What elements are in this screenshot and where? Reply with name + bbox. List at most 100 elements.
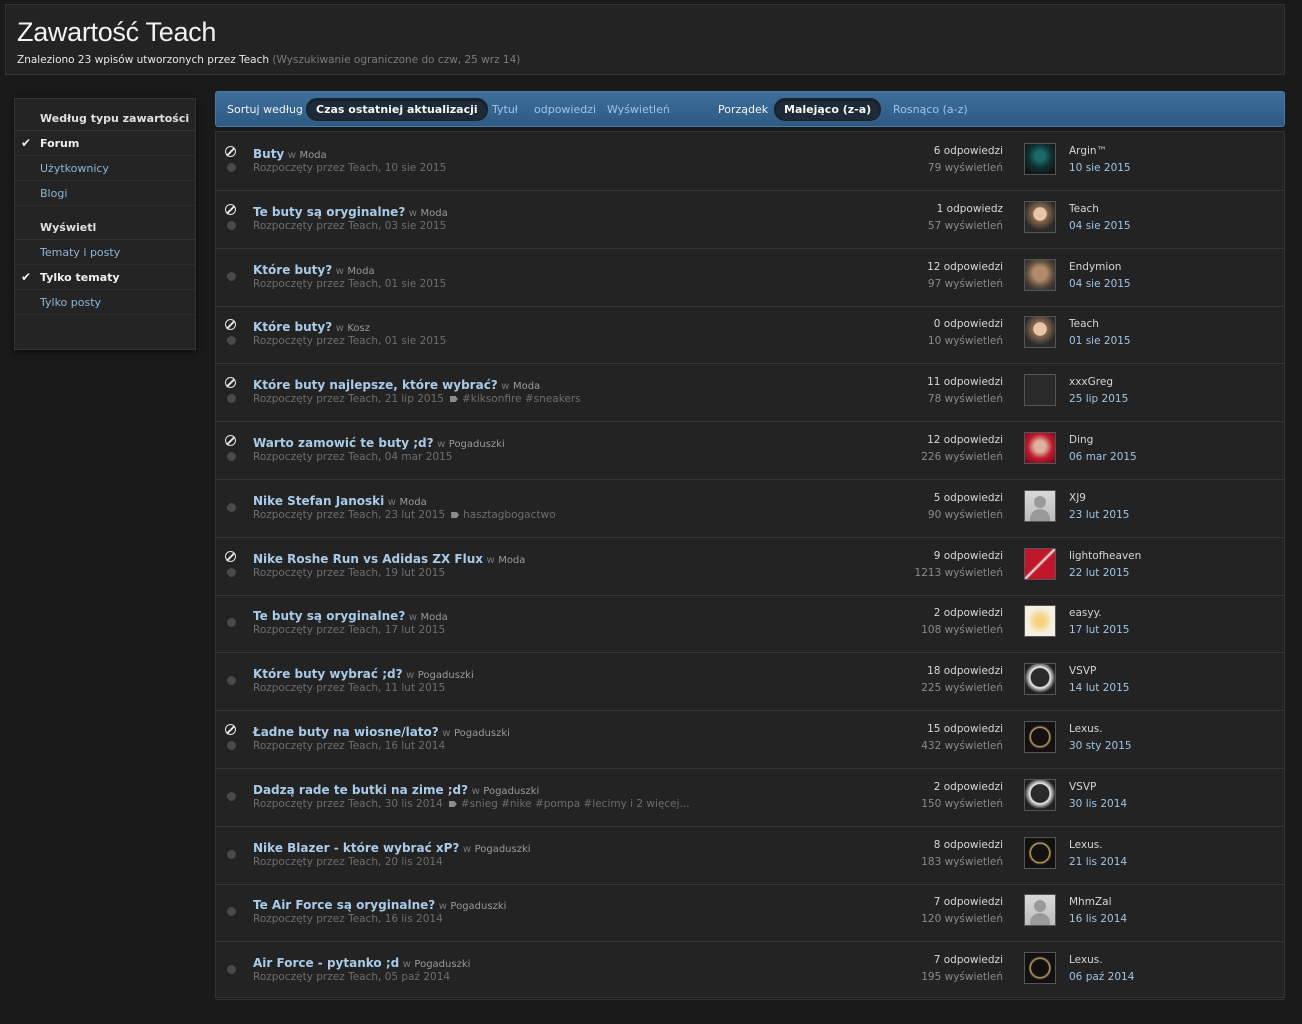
last-poster-link[interactable]: Ding [1069,434,1137,446]
last-poster-link[interactable]: Endymion [1069,261,1131,273]
forum-link[interactable]: Pogaduszki [475,844,531,855]
topic-title-link[interactable]: Te Air Force są oryginalne? [253,898,435,912]
filter-blogs[interactable]: Blogi [15,181,195,206]
topic-title-link[interactable]: Nike Blazer - które wybrać xP? [253,841,459,855]
avatar[interactable] [1024,316,1056,348]
topic-row[interactable]: Nike Stefan Janoski w Moda Rozpoczęty prz… [216,479,1284,538]
topic-title-link[interactable]: Air Force - pytanko ;d [253,956,399,970]
topic-row[interactable]: Które buty wybrać ;d? w Pogaduszki Rozpoc… [216,652,1284,711]
topic-row[interactable]: Które buty najlepsze, które wybrać? w Mo… [216,363,1284,422]
last-post-date-link[interactable]: 30 sty 2015 [1069,740,1132,752]
forum-link[interactable]: Moda [299,150,326,161]
forum-link[interactable]: Moda [420,612,447,623]
order-descending[interactable]: Malejąco (z-a) [774,98,882,121]
last-poster-link[interactable]: xxxGreg [1069,376,1128,388]
topic-title-link[interactable]: Ładne buty na wiosne/lato? [253,725,439,739]
forum-link[interactable]: Pogaduszki [414,959,470,970]
last-poster-link[interactable]: Teach [1069,318,1131,330]
last-poster-link[interactable]: VSVP [1069,781,1127,793]
forum-link[interactable]: Moda [399,497,426,508]
avatar[interactable] [1024,259,1056,291]
topic-title-link[interactable]: Te buty są oryginalne? [253,205,405,219]
sort-by-views[interactable]: Wyświetleń [607,103,670,116]
last-post-date-link[interactable]: 14 lut 2015 [1069,682,1129,694]
topic-tags[interactable]: hasztagbogactwo [463,509,555,521]
topic-title-link[interactable]: Które buty? [253,320,332,334]
forum-link[interactable]: Moda [498,555,525,566]
avatar[interactable] [1024,952,1056,984]
avatar[interactable] [1024,779,1056,811]
topic-row[interactable]: Które buty? w Moda Rozpoczęty przez Teach… [216,248,1284,307]
sort-by-replies[interactable]: odpowiedzi [534,103,596,116]
avatar[interactable] [1024,374,1056,406]
forum-link[interactable]: Moda [513,381,540,392]
topic-title-link[interactable]: Które buty? [253,263,332,277]
last-post-date-link[interactable]: 25 lip 2015 [1069,393,1128,405]
topic-row[interactable]: Te buty są oryginalne? w Moda Rozpoczęty … [216,190,1284,249]
topic-title-link[interactable]: Te buty są oryginalne? [253,609,405,623]
avatar[interactable] [1024,548,1056,580]
last-post-date-link[interactable]: 30 lis 2014 [1069,798,1127,810]
topic-row[interactable]: Te buty są oryginalne? w Moda Rozpoczęty … [216,594,1284,653]
topic-row[interactable]: Dadzą rade te butki na zime ;d? w Pogadu… [216,768,1284,827]
forum-link[interactable]: Pogaduszki [418,670,474,681]
forum-link[interactable]: Pogaduszki [449,439,505,450]
filter-forum[interactable]: ✔ Forum [15,131,195,156]
last-post-date-link[interactable]: 04 sie 2015 [1069,220,1131,232]
last-post-date-link[interactable]: 22 lut 2015 [1069,567,1141,579]
topic-row[interactable]: Nike Blazer - które wybrać xP? w Pogadus… [216,826,1284,885]
last-post-date-link[interactable]: 16 lis 2014 [1069,913,1127,925]
avatar[interactable] [1024,837,1056,869]
avatar[interactable] [1024,143,1056,175]
order-ascending[interactable]: Rosnąco (a-z) [893,103,968,116]
topic-title-link[interactable]: Nike Roshe Run vs Adidas ZX Flux [253,552,483,566]
topic-title-link[interactable]: Warto zamowić te buty ;d? [253,436,434,450]
topic-title-link[interactable]: Które buty najlepsze, które wybrać? [253,378,498,392]
display-posts-only[interactable]: Tylko posty [15,290,195,315]
forum-link[interactable]: Moda [347,266,374,277]
topic-row[interactable]: Buty w Moda Rozpoczęty przez Teach, 10 si… [216,132,1284,191]
forum-link[interactable]: Pogaduszki [483,786,539,797]
last-post-date-link[interactable]: 06 paź 2014 [1069,971,1134,983]
last-poster-link[interactable]: easyy. [1069,607,1129,619]
last-post-date-link[interactable]: 21 lis 2014 [1069,856,1127,868]
avatar[interactable] [1024,894,1056,926]
last-post-date-link[interactable]: 06 mar 2015 [1069,451,1137,463]
forum-link[interactable]: Pogaduszki [454,728,510,739]
last-poster-link[interactable]: MhmZal [1069,896,1127,908]
last-poster-link[interactable]: Argin™ [1069,145,1131,157]
display-topics-and-posts[interactable]: Tematy i posty [15,240,195,265]
forum-link[interactable]: Pogaduszki [450,901,506,912]
display-topics-only[interactable]: ✔ Tylko tematy [15,265,195,290]
topic-title-link[interactable]: Buty [253,147,284,161]
last-poster-link[interactable]: VSVP [1069,665,1129,677]
topic-row[interactable]: Które buty? w Kosz Rozpoczęty przez Teach… [216,305,1284,364]
last-post-date-link[interactable]: 23 lut 2015 [1069,509,1129,521]
sort-by-last-update[interactable]: Czas ostatniej aktualizacji [306,98,488,121]
avatar[interactable] [1024,605,1056,637]
topic-tags[interactable]: #kiksonfire #sneakers [462,393,581,405]
last-post-date-link[interactable]: 17 lut 2015 [1069,624,1129,636]
avatar[interactable] [1024,663,1056,695]
last-poster-link[interactable]: lightofheaven [1069,550,1141,562]
filter-users[interactable]: Użytkownicy [15,156,195,181]
last-poster-link[interactable]: Lexus. [1069,723,1132,735]
topic-row[interactable]: Air Force - pytanko ;d w Pogaduszki Rozpo… [216,941,1284,1000]
last-post-date-link[interactable]: 04 sie 2015 [1069,278,1131,290]
avatar[interactable] [1024,201,1056,233]
last-poster-link[interactable]: XJ9 [1069,492,1129,504]
topic-tags[interactable]: #snieg #nike #pompa #lecimy i 2 więcej..… [461,798,690,810]
forum-link[interactable]: Kosz [347,323,370,334]
last-poster-link[interactable]: Teach [1069,203,1131,215]
topic-row[interactable]: Ładne buty na wiosne/lato? w Pogaduszki R… [216,710,1284,769]
topic-title-link[interactable]: Które buty wybrać ;d? [253,667,403,681]
topic-row[interactable]: Warto zamowić te buty ;d? w Pogaduszki Ro… [216,421,1284,480]
avatar[interactable] [1024,432,1056,464]
topic-title-link[interactable]: Nike Stefan Janoski [253,494,384,508]
last-post-date-link[interactable]: 01 sie 2015 [1069,335,1131,347]
topic-row[interactable]: Nike Roshe Run vs Adidas ZX Flux w Moda R… [216,537,1284,596]
last-poster-link[interactable]: Lexus. [1069,954,1134,966]
topic-title-link[interactable]: Dadzą rade te butki na zime ;d? [253,783,468,797]
last-poster-link[interactable]: Lexus. [1069,839,1127,851]
avatar[interactable] [1024,490,1056,522]
